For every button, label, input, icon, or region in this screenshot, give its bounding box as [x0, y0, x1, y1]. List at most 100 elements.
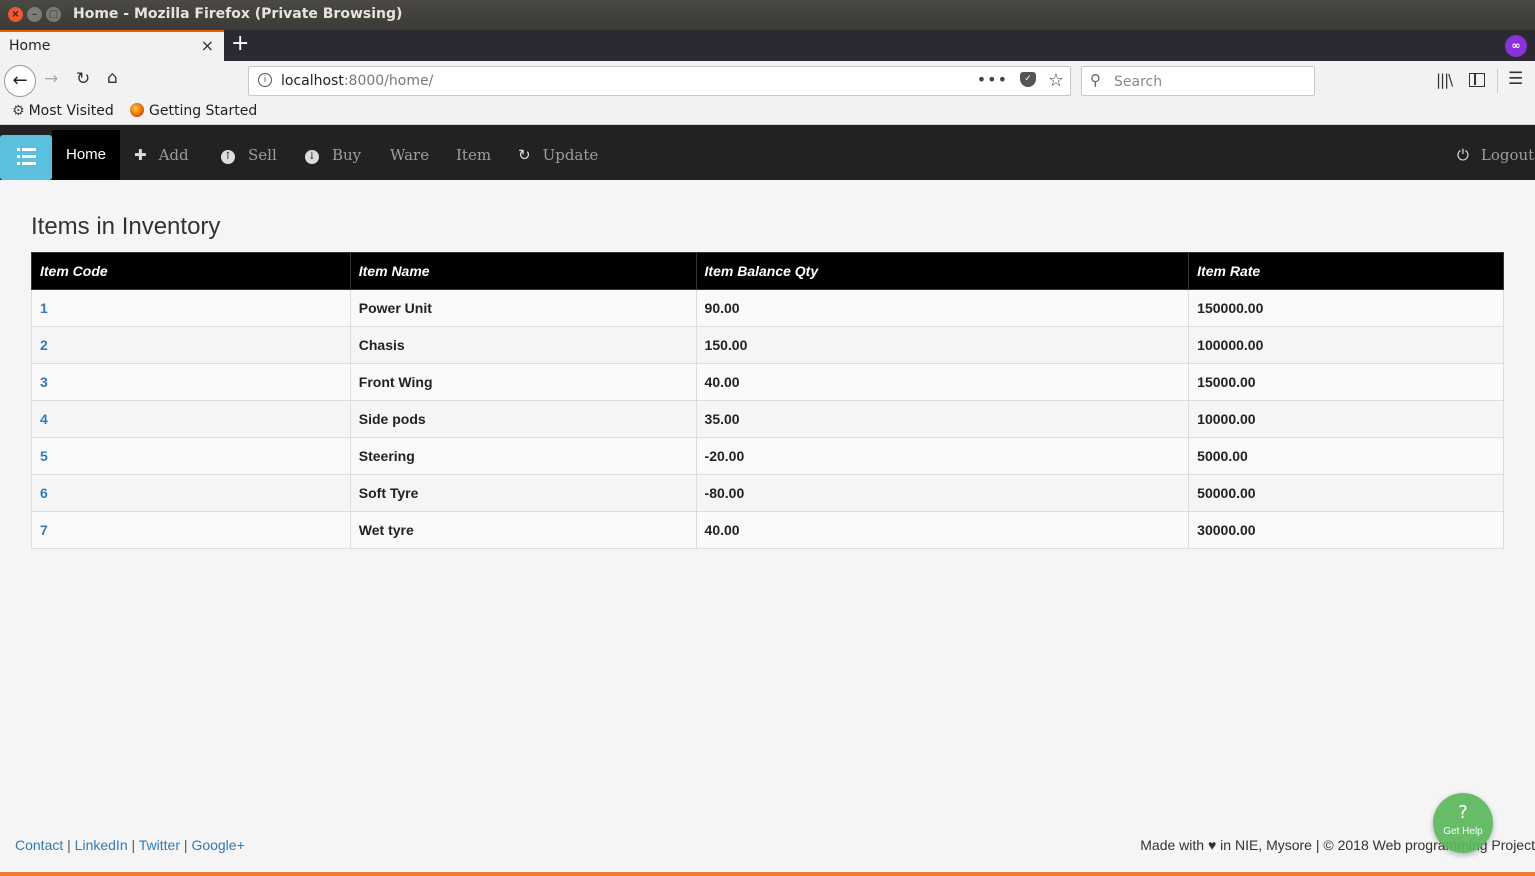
url-bar[interactable]: i localhost:8000/home/ ••• ✓ ☆ — [248, 66, 1071, 96]
question-icon: ? — [1458, 802, 1468, 823]
column-header-item-rate: Item Rate — [1188, 252, 1504, 290]
forward-arrow-icon[interactable]: → — [44, 69, 58, 89]
home-icon[interactable]: ⌂ — [107, 68, 118, 88]
item-rate: 15000.00 — [1188, 363, 1504, 401]
bookmark-star-icon[interactable]: ☆ — [1048, 70, 1064, 91]
column-header-item-code: Item Code — [31, 252, 351, 290]
item-code-link[interactable]: 2 — [31, 326, 351, 364]
nav-update[interactable]: ↻ Update — [518, 130, 598, 180]
item-name: Steering — [349, 437, 697, 475]
search-icon: ⚲ — [1090, 71, 1101, 89]
item-code-link[interactable]: 3 — [31, 363, 351, 401]
footer-link-linkedin[interactable]: LinkedIn — [75, 837, 128, 853]
new-tab-icon[interactable]: + — [231, 31, 249, 56]
footer-link-googleplus[interactable]: Google+ — [191, 837, 244, 853]
nav-logout[interactable]: ⏻ Logout — [1457, 130, 1534, 180]
item-code-link[interactable]: 7 — [31, 511, 351, 549]
window-title: Home - Mozilla Firefox (Private Browsing… — [73, 6, 403, 22]
table-row: 6 Soft Tyre -80.00 50000.00 — [31, 474, 1504, 512]
toolbar-divider — [1497, 69, 1498, 93]
item-name: Soft Tyre — [349, 474, 697, 512]
sidebar-toggle-icon[interactable] — [1469, 73, 1485, 87]
item-rate: 100000.00 — [1188, 326, 1504, 364]
back-arrow-icon[interactable]: ← — [4, 65, 36, 97]
arrow-down-circle-icon: ↓ — [305, 150, 319, 164]
nav-ware[interactable]: Ware — [390, 130, 429, 180]
footer-link-twitter[interactable]: Twitter — [139, 837, 180, 853]
bookmark-getting-started[interactable]: Getting Started — [130, 103, 257, 119]
footer-made-with: Made with — [1140, 837, 1205, 853]
url-path: :8000/home/ — [343, 73, 434, 89]
hamburger-menu-icon[interactable]: ☰ — [1508, 69, 1523, 89]
library-icon[interactable]: |||\ — [1436, 71, 1453, 89]
tab-home[interactable]: Home × — [0, 30, 224, 61]
get-help-button[interactable]: ? Get Help — [1433, 793, 1493, 853]
nav-sell[interactable]: ↑ Sell — [221, 130, 277, 180]
window-close-icon[interactable]: × — [8, 7, 23, 22]
pocket-icon[interactable]: ✓ — [1020, 72, 1036, 87]
bookmark-most-visited[interactable]: ⚙ Most Visited — [12, 103, 114, 119]
nav-add[interactable]: ✚ Add — [134, 130, 189, 180]
search-placeholder: Search — [1114, 74, 1163, 90]
plus-icon: ✚ — [134, 146, 147, 164]
firefox-icon — [130, 103, 144, 117]
item-code-link[interactable]: 1 — [31, 289, 351, 327]
table-row: 1 Power Unit 90.00 150000.00 — [31, 289, 1504, 327]
private-browsing-icon: ∞ — [1505, 35, 1527, 57]
item-rate: 50000.00 — [1188, 474, 1504, 512]
bookmarks-bar: ⚙ Most Visited Getting Started — [0, 101, 1535, 125]
nav-item[interactable]: Item — [456, 130, 491, 180]
power-icon: ⏻ — [1457, 146, 1469, 164]
nav-buy-label: Buy — [332, 146, 362, 164]
app-navbar: Home ✚ Add ↑ Sell ↓ Buy Ware Item ↻ Update ⏻… — [0, 125, 1535, 180]
arrow-up-circle-icon: ↑ — [221, 150, 235, 164]
item-name: Side pods — [349, 400, 697, 438]
tab-label: Home — [9, 38, 51, 54]
nav-add-label: Add — [158, 146, 189, 164]
search-input[interactable]: ⚲ Search — [1081, 66, 1315, 96]
item-code-link[interactable]: 4 — [31, 400, 351, 438]
item-balance-qty: 40.00 — [695, 511, 1190, 549]
table-row: 2 Chasis 150.00 100000.00 — [31, 326, 1504, 364]
page-title: Items in Inventory — [31, 213, 221, 240]
item-balance-qty: 40.00 — [695, 363, 1190, 401]
nav-sell-label: Sell — [248, 146, 277, 164]
table-row: 5 Steering -20.00 5000.00 — [31, 437, 1504, 475]
browser-navbar: ← → ↻ ⌂ i localhost:8000/home/ ••• ✓ ☆ ⚲… — [0, 61, 1535, 101]
menu-toggle-button[interactable] — [0, 135, 52, 180]
item-balance-qty: 90.00 — [695, 289, 1190, 327]
item-name: Power Unit — [349, 289, 697, 327]
item-name: Wet tyre — [349, 511, 697, 549]
item-balance-qty: -20.00 — [695, 437, 1190, 475]
column-header-item-name: Item Name — [349, 252, 697, 290]
gear-icon: ⚙ — [12, 103, 25, 119]
page-actions-icon[interactable]: ••• — [977, 70, 1008, 89]
window-titlebar: × – □ Home - Mozilla Firefox (Private Br… — [0, 0, 1535, 30]
nav-home[interactable]: Home — [52, 130, 120, 180]
list-icon — [17, 148, 36, 165]
refresh-icon: ↻ — [518, 146, 531, 164]
item-rate: 5000.00 — [1188, 437, 1504, 475]
footer-links: Contact | LinkedIn | Twitter | Google+ — [15, 837, 245, 853]
item-balance-qty: -80.00 — [695, 474, 1190, 512]
item-balance-qty: 35.00 — [695, 400, 1190, 438]
bottom-accent-line — [0, 872, 1535, 876]
reload-icon[interactable]: ↻ — [76, 69, 90, 89]
table-header-row: Item Code Item Name Item Balance Qty Ite… — [31, 252, 1504, 290]
item-code-link[interactable]: 5 — [31, 437, 351, 475]
nav-update-label: Update — [542, 146, 599, 164]
tab-close-icon[interactable]: × — [201, 36, 214, 55]
window-minimize-icon[interactable]: – — [27, 7, 42, 22]
footer-link-contact[interactable]: Contact — [15, 837, 63, 853]
site-info-icon[interactable]: i — [258, 73, 272, 87]
item-rate: 30000.00 — [1188, 511, 1504, 549]
nav-buy[interactable]: ↓ Buy — [305, 130, 361, 180]
url-host: localhost — [281, 73, 344, 89]
bookmark-label: Getting Started — [149, 103, 258, 119]
window-maximize-icon[interactable]: □ — [46, 7, 61, 22]
url-text[interactable]: localhost:8000/home/ — [281, 73, 433, 89]
item-code-link[interactable]: 6 — [31, 474, 351, 512]
item-name: Front Wing — [349, 363, 697, 401]
heart-icon: ♥ — [1207, 837, 1217, 853]
bookmark-label: Most Visited — [28, 103, 114, 119]
